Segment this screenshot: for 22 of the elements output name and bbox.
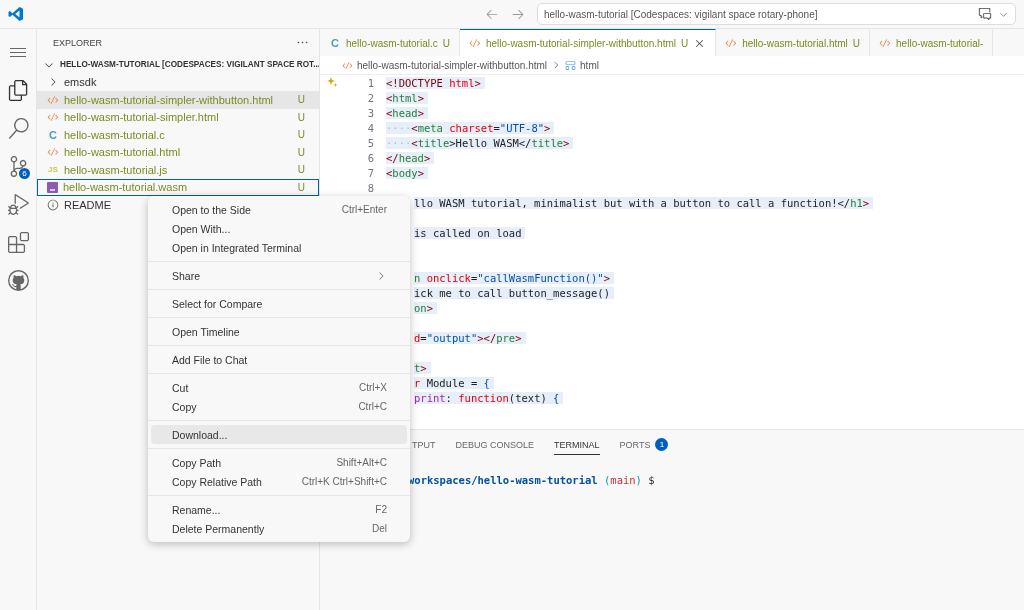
line-number: 5 <box>366 136 374 149</box>
line-number: 6 <box>366 151 374 164</box>
line-number: 8 <box>366 181 374 194</box>
shortcut-label: Ctrl+C <box>358 401 387 412</box>
line-number: 1 <box>366 76 374 89</box>
shortcut-label: Ctrl+X <box>358 382 387 393</box>
c-file-icon: C <box>329 37 341 49</box>
shortcut-label: Ctrl+Enter <box>341 204 387 215</box>
count-badge: 6 <box>19 168 30 179</box>
line-number: 7 <box>366 166 374 179</box>
shortcut-label: Shift+Alt+C <box>336 457 387 468</box>
line-number: 2 <box>366 91 374 104</box>
line-number: 4 <box>366 121 374 134</box>
workspace-title: HELLO-WASM-TUTORIAL [CODESPACES: VIGILANT SPACE ROT... <box>60 60 319 70</box>
shortcut-label: F2 <box>375 504 387 515</box>
terminal-line: workspaces/hello-wasm-tutorial (main) $ <box>408 474 655 486</box>
shortcut-label: Del <box>372 523 387 534</box>
c-file-icon: C <box>47 128 59 141</box>
shortcut-label: Ctrl+K Ctrl+Shift+C <box>301 476 387 487</box>
line-number: 3 <box>366 106 374 119</box>
sidebar-title: EXPLORER <box>53 37 103 48</box>
js-file-icon: JS <box>47 165 59 175</box>
